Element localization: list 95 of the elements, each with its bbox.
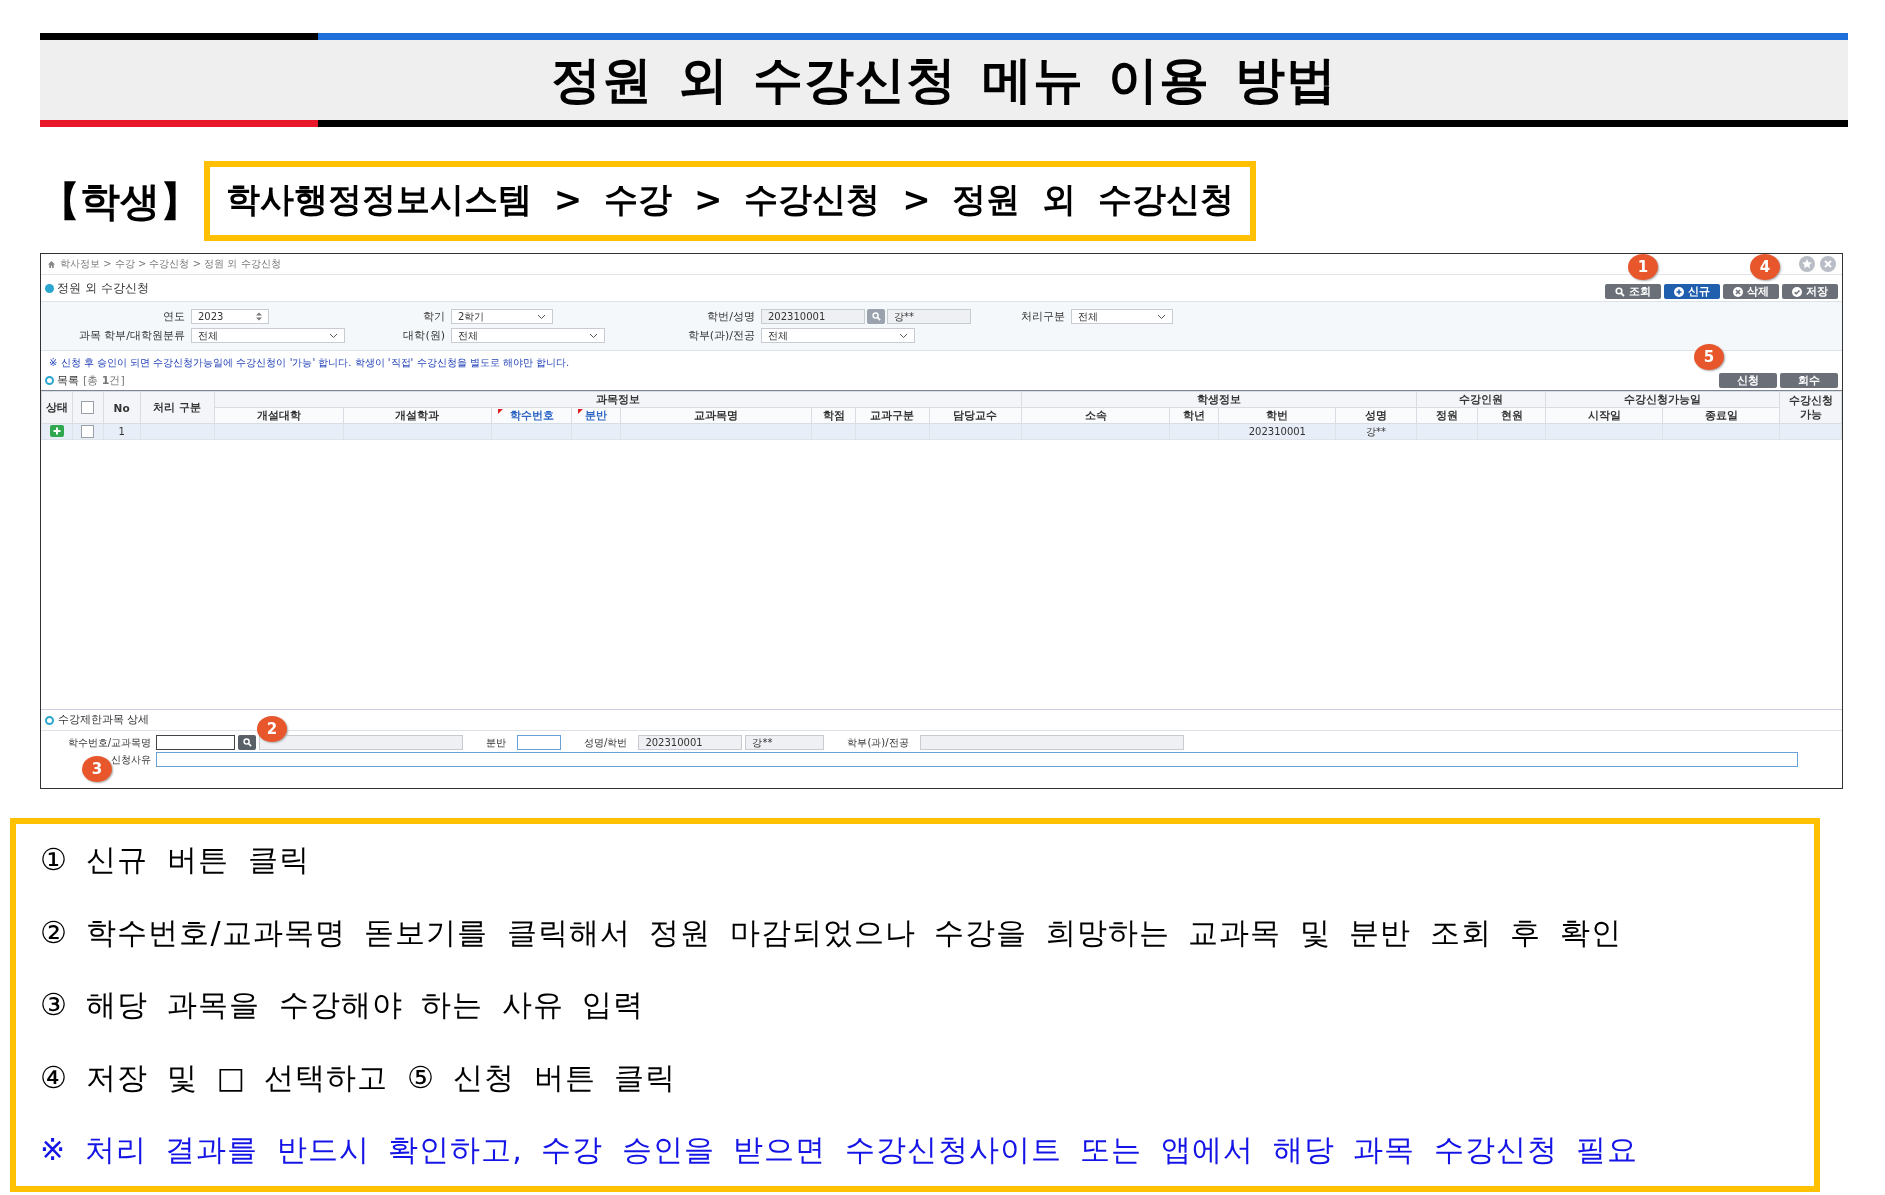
chevron-icon	[1157, 313, 1166, 320]
instruction-text: ④ 저장 및 □ 선택하고 ⑤ 신청 버튼 클릭	[40, 1058, 677, 1097]
field-label: 성명/학번	[583, 735, 629, 750]
callout-badge: 2	[257, 716, 287, 742]
select-all-checkbox[interactable]	[81, 401, 95, 415]
callout-badge: 3	[82, 756, 112, 782]
filter-label: 학번/성명	[706, 309, 756, 324]
name-field[interactable]: 강**	[887, 309, 971, 324]
search-icon	[1615, 286, 1625, 297]
column-group-header: 과목정보	[595, 392, 640, 405]
column-header: 학점	[822, 408, 845, 421]
field-label: 분반	[485, 735, 507, 750]
instruction-text: ※ 처리 결과를 반드시 확인하고, 수강 승인을 받으면 수강신청사이트 또는 앱에서 해당 과목 수강신청 필요	[40, 1131, 1639, 1169]
instruction-text: ③ 해당 과목을 수강해야 하는 사유 입력	[40, 986, 645, 1024]
name-field: 강**	[745, 735, 825, 750]
toolbar-button[interactable]: 삭제	[1723, 284, 1779, 299]
plus-icon	[1674, 286, 1684, 297]
column-header: 현원	[1500, 408, 1523, 421]
column-header: 정원	[1435, 408, 1458, 421]
select-field[interactable]: 전체	[191, 328, 345, 343]
row-checkbox[interactable]	[81, 425, 95, 438]
column-header: 담당교수	[953, 408, 998, 421]
list-count: [총 1건]	[83, 372, 125, 388]
course-code-field[interactable]	[156, 735, 235, 750]
chevron-icon	[329, 332, 338, 339]
chevron-icon	[537, 313, 546, 320]
year-spinner[interactable]: 2023	[191, 309, 269, 324]
column-header: 소속	[1084, 408, 1107, 421]
filter-label: 대학(원)	[402, 328, 446, 343]
select-field[interactable]: 전체	[1071, 309, 1173, 324]
menu-path: 학사행정정보시스템 > 수강 > 수강신청 > 정원 외 수강신청	[204, 161, 1257, 241]
role-label: 【학생】	[40, 176, 200, 226]
search-button[interactable]	[238, 735, 256, 750]
list-button[interactable]: 회수	[1780, 373, 1838, 388]
table-cell: 1	[118, 426, 125, 437]
column-header: 개설학과	[395, 408, 440, 421]
student-id-field: 202310001	[638, 735, 743, 750]
filter-label: 과목 학부/대학원분류	[77, 328, 186, 343]
home-icon	[47, 259, 56, 269]
column-group-header: 수강신청가능일	[1624, 392, 1702, 405]
toolbar-button[interactable]: 저장	[1782, 284, 1838, 299]
column-header: 종료일	[1704, 408, 1738, 421]
callout-badge: 4	[1750, 254, 1780, 280]
filter-label: 처리구분	[1020, 309, 1066, 324]
filter-label: 연도	[162, 309, 186, 324]
notice-text: ※ 신청 후 승인이 되면 수강신청가능일에 수강신청이 '가능' 합니다. 학생이 '직접' 수강신청을 별도로 해야만 합니다.	[49, 356, 570, 370]
select-field[interactable]: 2학기	[451, 309, 553, 324]
field-label: 학부(과)/전공	[846, 735, 910, 750]
select-field[interactable]: 전체	[451, 328, 605, 343]
search-icon	[871, 312, 881, 321]
column-header: 시작일	[1587, 408, 1621, 421]
close-icon[interactable]	[1820, 256, 1836, 272]
column-header: 학수번호	[509, 408, 554, 421]
instruction-text: ② 학수번호/교과목명 돋보기를 클릭해서 정원 마감되었으나 수강을 희망하는 교과목 및 분반 조회 후 확인	[40, 913, 1622, 952]
column-header: 수강신청 가능	[1788, 393, 1833, 420]
instruction-text: ① 신규 버튼 클릭	[40, 841, 310, 879]
column-header: No	[113, 401, 130, 414]
field-label: 신청사유	[110, 752, 152, 767]
select-field[interactable]: 전체	[761, 328, 915, 343]
check-icon	[1792, 286, 1802, 297]
table-cell: 202310001	[1248, 426, 1306, 437]
table-cell: 강**	[1365, 425, 1386, 437]
section-field[interactable]	[517, 735, 561, 750]
chevron-icon	[589, 332, 598, 339]
page-title: 정원 외 수강신청 메뉴 이용 방법	[550, 50, 1338, 111]
column-header: 학년	[1183, 408, 1206, 421]
callout-badge: 5	[1694, 344, 1724, 370]
list-title: 목록	[45, 372, 79, 388]
spinner-arrows-icon	[256, 312, 262, 321]
column-header: 처리 구분	[153, 400, 201, 413]
search-icon	[242, 738, 252, 747]
student-id-field[interactable]: 202310001	[761, 309, 865, 324]
list-button[interactable]: 신청	[1719, 373, 1777, 388]
column-header: 교과구분	[870, 408, 915, 421]
callout-badge: 1	[1628, 254, 1658, 280]
breadcrumb: 학사정보 > 수강 > 수강신청 > 정원 외 수강신청	[60, 257, 281, 271]
filter-label: 학부(과)/전공	[686, 328, 756, 343]
star-icon[interactable]	[1799, 256, 1815, 272]
field-label: 학수번호/교과목명	[66, 735, 152, 750]
column-header: 교과목명	[694, 408, 739, 421]
delete-icon	[1733, 286, 1743, 297]
filter-label: 학기	[422, 309, 446, 324]
toolbar-button[interactable]: 조회	[1605, 284, 1661, 299]
column-group-header: 학생정보	[1196, 392, 1241, 405]
column-header: 분반	[585, 408, 608, 421]
column-header: 개설대학	[256, 408, 301, 421]
table-row[interactable]: 1 202310001 강**	[41, 423, 1842, 440]
column-header: 성명	[1364, 408, 1387, 421]
toolbar-button[interactable]: 신규	[1664, 284, 1720, 299]
screen-title: 정원 외 수강신청	[45, 279, 149, 297]
column-header: 학번	[1266, 408, 1289, 421]
chevron-icon	[899, 332, 908, 339]
reason-field[interactable]	[156, 752, 1798, 767]
column-header: 상태	[45, 400, 68, 413]
column-group-header: 수강인원	[1458, 392, 1503, 405]
